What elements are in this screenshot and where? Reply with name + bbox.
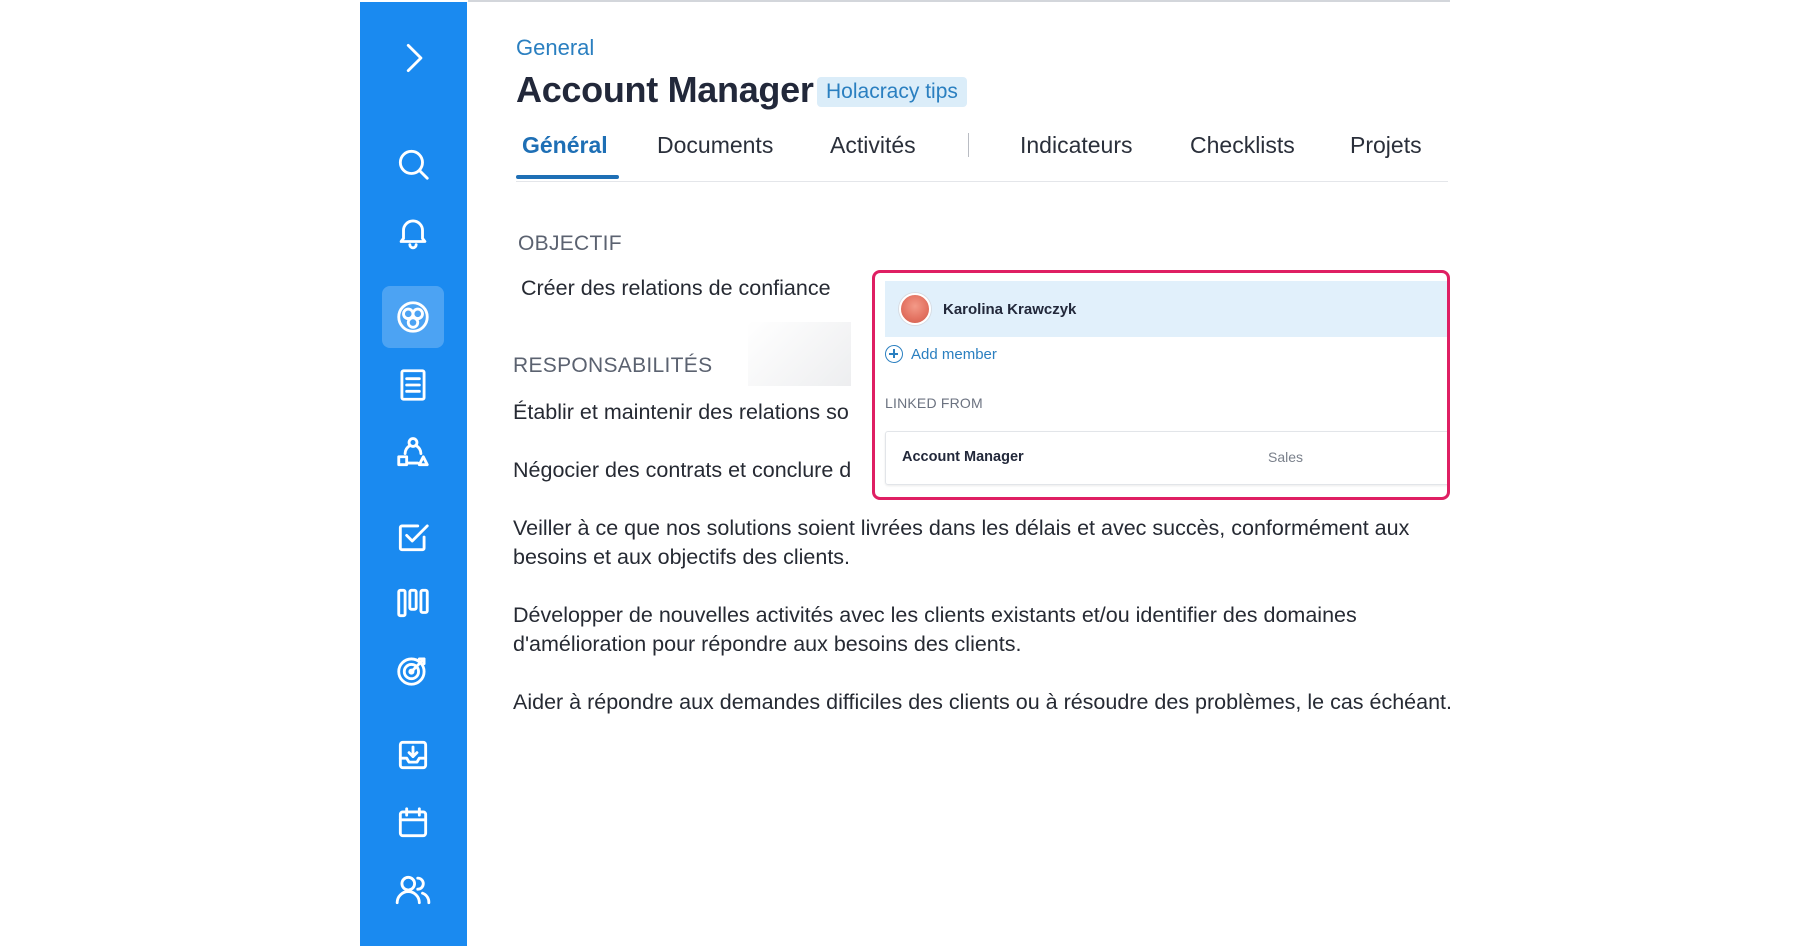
top-divider (468, 0, 1450, 2)
breadcrumb[interactable]: General (516, 35, 594, 61)
tab-documents[interactable]: Documents (657, 132, 773, 159)
role-members-popover: Karolina Krawczyk Add member LINKED FROM… (872, 270, 1450, 500)
linked-role-row[interactable]: Account Manager Sales (885, 431, 1447, 485)
linked-from-label: LINKED FROM (885, 395, 983, 411)
fade-shadow (748, 322, 851, 386)
holacracy-tips-badge[interactable]: Holacracy tips (817, 77, 967, 107)
add-member-label: Add member (911, 345, 997, 363)
member-row[interactable]: Karolina Krawczyk (885, 281, 1447, 337)
checkbox-icon (398, 524, 429, 552)
active-tab-indicator (516, 175, 619, 179)
sidebar-item-goals[interactable] (382, 639, 444, 701)
sidebar-item-projects[interactable] (382, 572, 444, 634)
sidebar-item-checklists[interactable] (382, 506, 444, 568)
tab-indicators[interactable]: Indicateurs (1020, 132, 1133, 159)
sidebar-item-members[interactable] (382, 859, 444, 921)
sidebar (360, 2, 467, 946)
responsibility-item: Établir et maintenir des relations so (513, 400, 849, 424)
page-title: Account Manager (516, 69, 814, 110)
responsibility-item: Veiller à ce que nos solutions soient li… (513, 516, 1410, 569)
responsibility-item: Aider à répondre aux demandes difficiles… (513, 690, 1452, 714)
responsibility-item: Développer de nouvelles activités avec l… (513, 603, 1357, 656)
target-icon (397, 657, 426, 686)
chevron-right-icon (406, 43, 423, 73)
tab-projects[interactable]: Projets (1350, 132, 1422, 159)
add-member-button[interactable]: Add member (885, 345, 997, 363)
kanban-icon (397, 588, 429, 618)
sidebar-item-calendar[interactable] (382, 792, 444, 854)
objective-text: Créer des relations de confiance (521, 276, 831, 300)
sidebar-item-inbox[interactable] (382, 724, 444, 786)
search-icon (398, 149, 429, 180)
calendar-icon (398, 807, 428, 838)
tab-bar: Général Documents Activités Indicateurs … (516, 130, 1448, 182)
linked-circle-name: Sales (1268, 449, 1304, 465)
tab-activities[interactable]: Activités (830, 132, 916, 159)
member-name: Karolina Krawczyk (943, 300, 1077, 318)
tab-general[interactable]: Général (522, 132, 608, 159)
avatar (899, 293, 931, 325)
document-icon (400, 369, 426, 401)
sidebar-item-documents[interactable] (382, 354, 444, 416)
linked-role-name: Account Manager (902, 449, 1024, 465)
notifications-button[interactable] (382, 201, 444, 263)
add-circle-icon (885, 345, 903, 363)
tab-checklists[interactable]: Checklists (1190, 132, 1295, 159)
responsibility-item: Négocier des contrats et conclure d (513, 458, 852, 482)
search-button[interactable] (382, 133, 444, 195)
roles-icon (397, 437, 429, 467)
circles-icon (397, 301, 429, 333)
sidebar-item-circles[interactable] (382, 286, 444, 348)
objective-label: OBJECTIF (518, 232, 622, 255)
responsibilities-label: RESPONSABILITÉS (513, 354, 713, 377)
expand-sidebar-button[interactable] (382, 27, 444, 89)
tab-separator (968, 133, 969, 157)
users-icon (395, 875, 431, 905)
bell-icon (399, 219, 427, 250)
sidebar-item-roles[interactable] (382, 421, 444, 483)
inbox-icon (398, 740, 428, 770)
